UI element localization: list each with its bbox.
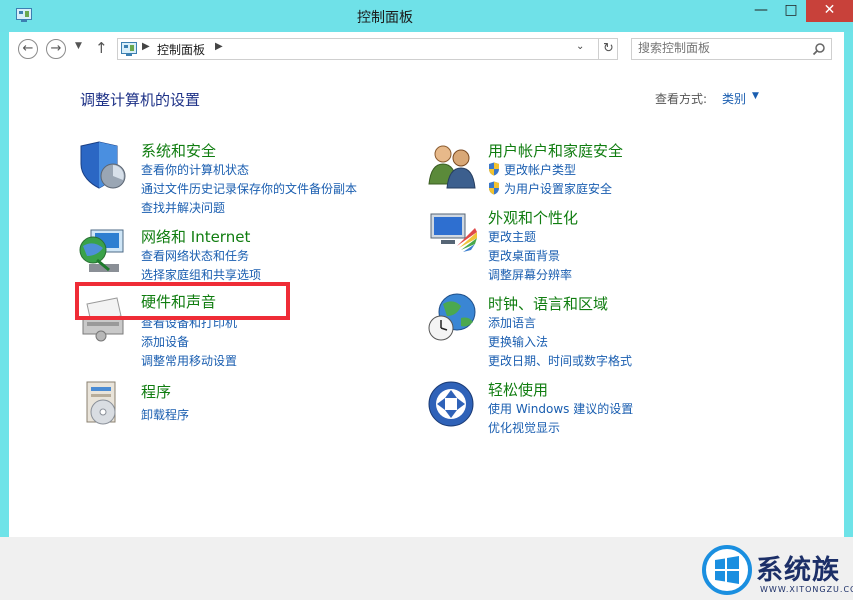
link-family-safety[interactable]: 为用户设置家庭安全 [504,180,612,197]
navigation-bar: ← → ▼ ↑ ▶ 控制面板 ▶ ⌄ ↻ [9,32,844,66]
link-change-account-type[interactable]: 更改帐户类型 [504,161,576,178]
appearance-icon[interactable] [427,208,479,260]
category-network-internet[interactable]: 网络和 Internet [141,226,250,247]
up-button[interactable]: ↑ [95,39,108,57]
breadcrumb-separator-icon[interactable]: ▶ [215,41,223,52]
breadcrumb-separator-icon[interactable]: ▶ [142,41,150,52]
view-by-dropdown[interactable]: 类别 [722,90,746,107]
title-bar[interactable]: 控制面板 — □ ✕ [0,0,853,32]
watermark-text: 系统族 [756,555,840,586]
address-bar[interactable]: ▶ 控制面板 ▶ ⌄ ↻ [117,38,618,60]
watermark-url: WWW.XITONGZU.COM [760,585,853,594]
link-change-theme[interactable]: 更改主题 [488,228,536,245]
link-view-computer-status[interactable]: 查看你的计算机状态 [141,161,249,178]
category-system-security[interactable]: 系统和安全 [141,140,216,161]
link-network-status[interactable]: 查看网络状态和任务 [141,247,249,264]
maximize-button[interactable]: □ [776,0,806,22]
users-icon[interactable] [427,140,479,192]
back-button[interactable]: ← [18,39,38,59]
link-windows-recommended-settings[interactable]: 使用 Windows 建议的设置 [488,400,633,417]
clock-globe-icon[interactable] [427,290,479,342]
client-area: ← → ▼ ↑ ▶ 控制面板 ▶ ⌄ ↻ 搜索控制面板 调整计算机的设置 查看方… [9,32,844,537]
breadcrumb-control-panel[interactable]: 控制面板 [157,41,205,58]
category-appearance[interactable]: 外观和个性化 [488,207,578,228]
control-panel-window: 控制面板 — □ ✕ ← → ▼ ↑ ▶ 控制面板 ▶ ⌄ ↻ 搜索控制面板 调… [0,0,853,600]
link-troubleshoot[interactable]: 查找并解决问题 [141,199,225,216]
uac-shield-icon [489,181,499,195]
view-by-label: 查看方式: [655,92,708,106]
window-title: 控制面板 [357,10,413,26]
refresh-button[interactable]: ↻ [598,39,618,59]
link-change-input-method[interactable]: 更换输入法 [488,333,548,350]
link-optimize-visual-display[interactable]: 优化视觉显示 [488,419,560,436]
windows-logo-icon [702,545,752,595]
shield-icon[interactable] [77,140,129,192]
network-icon[interactable] [77,226,129,278]
category-programs[interactable]: 程序 [141,381,171,402]
search-input[interactable] [638,41,808,55]
category-ease-of-access[interactable]: 轻松使用 [488,379,548,400]
recent-locations-button[interactable]: ▼ [75,41,82,51]
programs-icon[interactable] [77,378,129,430]
uac-shield-icon [489,162,499,176]
address-dropdown-button[interactable]: ⌄ [576,41,584,52]
page-title: 调整计算机的设置 [80,91,201,109]
link-homegroup[interactable]: 选择家庭组和共享选项 [141,266,261,283]
ease-of-access-icon[interactable] [427,378,479,430]
close-button[interactable]: ✕ [806,0,853,22]
link-add-device[interactable]: 添加设备 [141,333,189,350]
link-desktop-background[interactable]: 更改桌面背景 [488,247,560,264]
control-panel-icon [121,42,137,56]
link-mobility-settings[interactable]: 调整常用移动设置 [141,352,237,369]
link-file-history[interactable]: 通过文件历史记录保存你的文件备份副本 [141,180,357,197]
search-box[interactable] [631,38,832,60]
link-date-time-format[interactable]: 更改日期、时间或数字格式 [488,352,632,369]
forward-button[interactable]: → [46,39,66,59]
category-clock-language-region[interactable]: 时钟、语言和区域 [488,293,608,314]
category-user-accounts[interactable]: 用户帐户和家庭安全 [488,140,623,161]
link-uninstall-program[interactable]: 卸载程序 [141,406,189,423]
link-add-language[interactable]: 添加语言 [488,314,536,331]
search-icon[interactable] [812,42,826,56]
link-screen-resolution[interactable]: 调整屏幕分辨率 [488,266,572,283]
chevron-down-icon[interactable]: ▼ [752,91,759,101]
minimize-button[interactable]: — [746,0,776,22]
annotation-highlight-box [75,282,290,320]
